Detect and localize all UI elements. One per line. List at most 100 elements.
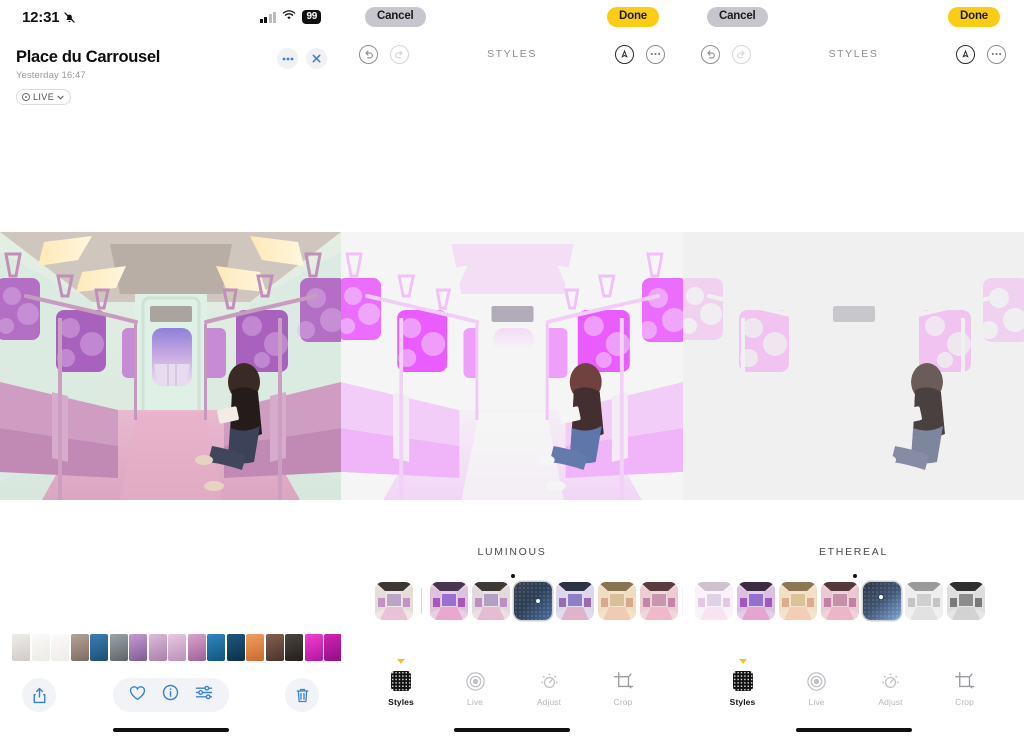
style-name-label: LUMINOUS: [477, 546, 547, 558]
active-tab-caret-icon: [738, 659, 747, 664]
filmstrip-thumb[interactable]: [168, 633, 186, 661]
grid-pattern: [514, 582, 552, 620]
header-actions: [277, 48, 327, 69]
tab-adjust-label: Adjust: [878, 697, 903, 707]
grid-handle[interactable]: [536, 599, 540, 603]
sliders-icon[interactable]: [195, 685, 213, 705]
filmstrip-thumb[interactable]: [129, 633, 147, 661]
filmstrip-thumb[interactable]: [304, 633, 323, 661]
ellipsis-circle-icon[interactable]: [646, 44, 665, 64]
style-thumb-mono-dark[interactable]: [947, 582, 985, 620]
style-thumb-ethereal-grid[interactable]: [863, 582, 901, 620]
tab-crop[interactable]: Crop: [942, 668, 988, 707]
home-indicator: [112, 728, 229, 732]
tab-crop-label: Crop: [613, 697, 633, 707]
status-time-group: 12:31: [22, 9, 76, 26]
tab-live[interactable]: Live: [452, 668, 498, 707]
style-thumbnail-strip[interactable]: [341, 582, 720, 620]
edit-right-group: [615, 44, 665, 64]
filmstrip-thumb[interactable]: [246, 633, 264, 661]
live-badge-label: LIVE: [33, 92, 55, 102]
tab-crop-label: Crop: [955, 697, 974, 707]
style-thumb-pale[interactable]: [695, 582, 733, 620]
battery-indicator: 99: [302, 10, 321, 24]
train-interior-photo: [683, 232, 1024, 500]
trash-icon[interactable]: [285, 678, 319, 712]
tab-adjust[interactable]: Adjust: [868, 668, 914, 707]
filmstrip-thumb[interactable]: [207, 633, 225, 661]
filmstrip-thumb[interactable]: [70, 633, 89, 661]
tab-styles[interactable]: Styles: [720, 659, 766, 707]
done-button[interactable]: Done: [607, 6, 659, 28]
markup-pen-icon[interactable]: [956, 44, 975, 64]
status-time: 12:31: [22, 8, 60, 26]
main-photo[interactable]: [0, 232, 341, 500]
edit-mode-title: STYLES: [828, 48, 879, 60]
undo-icon[interactable]: [701, 44, 720, 64]
share-icon[interactable]: [22, 678, 56, 712]
style-thumb-mono-light[interactable]: [905, 582, 943, 620]
markup-pen-icon[interactable]: [615, 44, 634, 64]
live-photo-icon: [465, 668, 486, 694]
filmstrip-thumb[interactable]: [324, 633, 341, 661]
photo-header: Place du Carrousel Yesterday 16:47 LIVE: [0, 34, 341, 106]
tab-adjust[interactable]: Adjust: [526, 668, 572, 707]
tab-crop[interactable]: Crop: [600, 668, 646, 707]
three-panel-screenshot: 12:31 99 Place du Carrousel Yesterday 16…: [0, 0, 1024, 741]
panel-edit-ethereal: Cancel Done STYLES ETHEREAL Styles Live …: [683, 0, 1024, 741]
wifi-icon: [282, 8, 296, 26]
crop-icon: [954, 668, 975, 694]
photo-timestamp: Yesterday 16:47: [16, 70, 86, 81]
redo-icon: [390, 44, 409, 64]
styles-grid-icon: [732, 668, 753, 694]
filmstrip-thumb[interactable]: [265, 633, 284, 661]
filmstrip-thumb[interactable]: [226, 633, 245, 661]
filmstrip-thumb[interactable]: [90, 633, 108, 661]
style-thumb-rose[interactable]: [821, 582, 859, 620]
adjust-dial-icon: [539, 668, 560, 694]
edit-top-bar: Cancel Done: [341, 0, 683, 34]
edit-tool-tabs: Styles Live Adjust Crop: [683, 659, 1024, 707]
photo-filmstrip[interactable]: [0, 632, 341, 662]
undo-redo-group: [701, 44, 751, 64]
done-button[interactable]: Done: [948, 6, 1000, 28]
style-thumb-original[interactable]: [375, 582, 413, 620]
info-icon[interactable]: [162, 684, 179, 706]
filmstrip-thumb[interactable]: [51, 633, 69, 661]
style-thumbnail-strip[interactable]: [683, 582, 1024, 620]
style-thumb-vivid[interactable]: [737, 582, 775, 620]
filmstrip-thumb[interactable]: [187, 633, 206, 661]
style-thumb-luminous-grid[interactable]: [514, 582, 552, 620]
strip-separator: [421, 588, 422, 614]
filmstrip-thumb[interactable]: [285, 633, 303, 661]
tab-styles[interactable]: Styles: [378, 659, 424, 707]
style-thumb-warm[interactable]: [779, 582, 817, 620]
tab-live[interactable]: Live: [794, 668, 840, 707]
style-thumb-cool[interactable]: [556, 582, 594, 620]
close-icon[interactable]: [306, 48, 327, 69]
filmstrip-thumb[interactable]: [12, 633, 30, 661]
edited-photo-luminous[interactable]: [341, 232, 683, 500]
filmstrip-thumb[interactable]: [148, 633, 167, 661]
style-thumb-warm[interactable]: [598, 582, 636, 620]
panel-edit-luminous: Cancel Done STYLES LUMINOUS Styles Live …: [341, 0, 720, 741]
style-thumb-standard[interactable]: [472, 582, 510, 620]
cancel-button[interactable]: Cancel: [707, 6, 768, 28]
train-interior-photo: [0, 232, 341, 500]
cellular-signal-icon: [259, 11, 277, 23]
live-badge[interactable]: LIVE: [16, 89, 72, 105]
edit-tool-tabs: Styles Live Adjust Crop: [341, 659, 683, 707]
cancel-button[interactable]: Cancel: [365, 6, 426, 28]
undo-icon[interactable]: [359, 44, 378, 64]
style-thumb-rose[interactable]: [640, 582, 678, 620]
selected-style-dot: [853, 574, 857, 578]
style-thumb-vivid[interactable]: [430, 582, 468, 620]
heart-icon[interactable]: [129, 685, 146, 706]
filmstrip-thumb[interactable]: [109, 633, 128, 661]
filmstrip-thumb[interactable]: [31, 633, 50, 661]
ellipsis-icon[interactable]: [277, 48, 298, 69]
ellipsis-circle-icon[interactable]: [987, 44, 1006, 64]
home-indicator: [795, 728, 912, 732]
edited-photo-ethereal[interactable]: [683, 232, 1024, 500]
grid-handle[interactable]: [879, 595, 883, 599]
